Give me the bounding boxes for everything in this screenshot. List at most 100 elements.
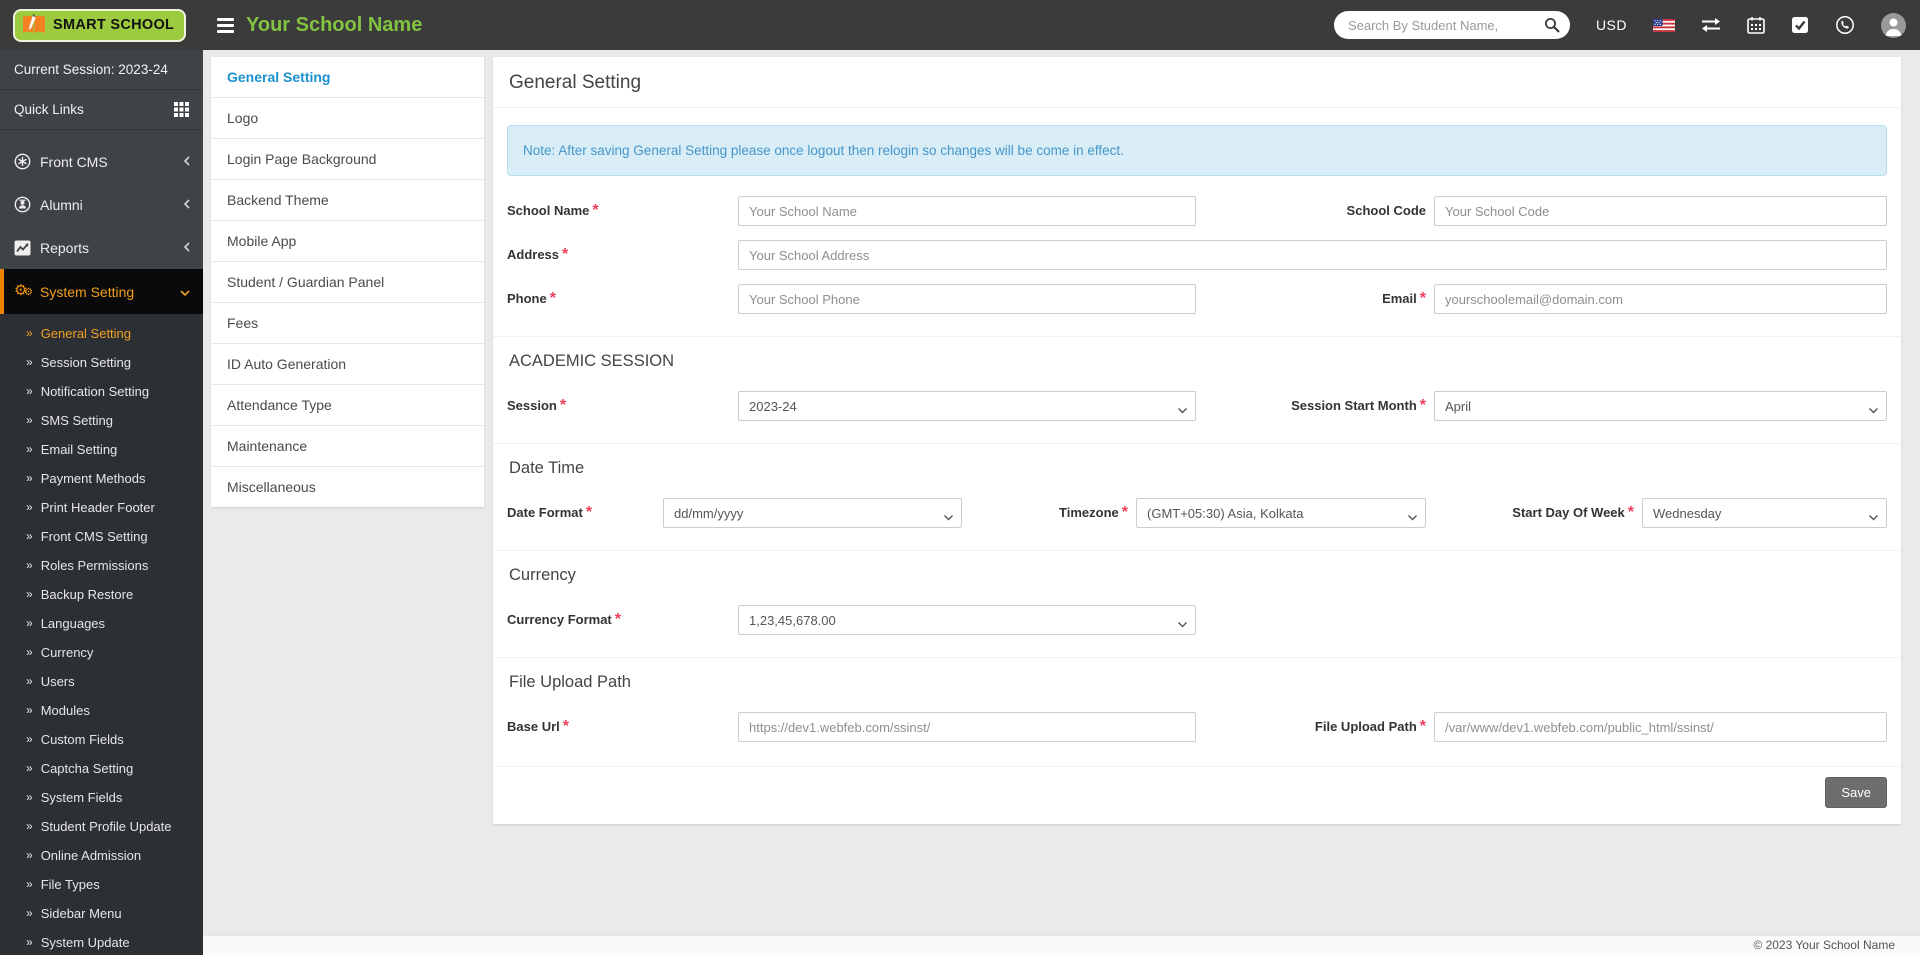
- calendar-icon[interactable]: [1747, 16, 1765, 34]
- sidebar-item-system-setting[interactable]: ⚙⚙ System Setting: [0, 269, 203, 314]
- submenu-item[interactable]: » Email Setting: [0, 435, 203, 464]
- submenu-item[interactable]: » Front CMS Setting: [0, 522, 203, 551]
- submenu-item[interactable]: » Sidebar Menu: [0, 899, 203, 928]
- save-button[interactable]: Save: [1825, 777, 1887, 808]
- student-search: [1334, 11, 1570, 39]
- email-input[interactable]: [1434, 284, 1887, 314]
- submenu-item[interactable]: » System Fields: [0, 783, 203, 812]
- submenu-item[interactable]: » Print Header Footer: [0, 493, 203, 522]
- session-start-month-select[interactable]: April: [1434, 391, 1887, 421]
- double-angle-icon: »: [26, 384, 33, 399]
- double-angle-icon: »: [26, 935, 33, 950]
- submenu-item[interactable]: » General Setting: [0, 319, 203, 348]
- submenu-item[interactable]: » Modules: [0, 696, 203, 725]
- submenu-item[interactable]: » SMS Setting: [0, 406, 203, 435]
- phone-input[interactable]: [738, 284, 1196, 314]
- language-flag-icon[interactable]: [1653, 19, 1675, 32]
- asterisk-circle-icon: [14, 153, 40, 170]
- file-upload-path-label: File Upload Path: [1315, 719, 1417, 734]
- submenu-item[interactable]: » Languages: [0, 609, 203, 638]
- general-setting-card: General Setting Note: After saving Gener…: [493, 57, 1901, 824]
- settings-tab[interactable]: Attendance Type: [211, 385, 484, 426]
- double-angle-icon: »: [26, 616, 33, 631]
- file-upload-path-heading: File Upload Path: [509, 673, 1887, 692]
- top-navbar: SMART SCHOOL Your School Name USD: [0, 0, 1920, 50]
- double-angle-icon: »: [26, 326, 33, 341]
- file-upload-path-input[interactable]: [1434, 712, 1887, 742]
- session-swap-icon[interactable]: [1701, 17, 1721, 33]
- submenu-item[interactable]: » Backup Restore: [0, 580, 203, 609]
- footer: © 2023 Your School Name: [203, 935, 1920, 955]
- double-angle-icon: »: [26, 587, 33, 602]
- copyright-text: © 2023 Your School Name: [1753, 938, 1895, 952]
- submenu-item[interactable]: » Online Admission: [0, 841, 203, 870]
- app-logo[interactable]: SMART SCHOOL: [0, 9, 203, 42]
- double-angle-icon: »: [26, 848, 33, 863]
- school-name-input[interactable]: [738, 196, 1196, 226]
- base-url-label: Base Url: [507, 719, 560, 734]
- settings-tab[interactable]: ID Auto Generation: [211, 344, 484, 385]
- search-input[interactable]: [1348, 18, 1544, 33]
- timezone-select[interactable]: (GMT+05:30) Asia, Kolkata: [1136, 498, 1426, 528]
- double-angle-icon: »: [26, 703, 33, 718]
- sidebar-item-alumni[interactable]: Alumni: [0, 183, 203, 226]
- date-time-heading: Date Time: [509, 459, 1887, 478]
- submenu-item[interactable]: » Student Profile Update: [0, 812, 203, 841]
- chevron-down-icon: [179, 284, 191, 300]
- page-title: General Setting: [509, 72, 1887, 94]
- double-angle-icon: »: [26, 790, 33, 805]
- settings-tab[interactable]: Logo: [211, 98, 484, 139]
- search-icon[interactable]: [1544, 17, 1560, 33]
- submenu-item[interactable]: » Session Setting: [0, 348, 203, 377]
- address-input[interactable]: [738, 240, 1887, 270]
- base-url-input[interactable]: [738, 712, 1196, 742]
- double-angle-icon: »: [26, 645, 33, 660]
- chart-line-icon: [14, 240, 40, 256]
- submenu-item[interactable]: » Payment Methods: [0, 464, 203, 493]
- settings-tab[interactable]: Maintenance: [211, 426, 484, 467]
- school-code-input[interactable]: [1434, 196, 1887, 226]
- settings-tab[interactable]: Fees: [211, 303, 484, 344]
- session-select[interactable]: 2023-24: [738, 391, 1196, 421]
- date-format-label: Date Format: [507, 505, 583, 520]
- email-label: Email: [1382, 291, 1417, 306]
- settings-tab[interactable]: Mobile App: [211, 221, 484, 262]
- brand-name: SMART SCHOOL: [53, 17, 174, 33]
- submenu-item[interactable]: » Roles Permissions: [0, 551, 203, 580]
- double-angle-icon: »: [26, 819, 33, 834]
- sidebar-item-reports[interactable]: Reports: [0, 226, 203, 269]
- settings-tab[interactable]: Login Page Background: [211, 139, 484, 180]
- sidebar-item-front-cms[interactable]: Front CMS: [0, 140, 203, 183]
- submenu-item[interactable]: » Notification Setting: [0, 377, 203, 406]
- double-angle-icon: »: [26, 674, 33, 689]
- user-avatar[interactable]: [1881, 13, 1906, 38]
- page-school-title: Your School Name: [246, 14, 422, 37]
- settings-tab[interactable]: General Setting: [211, 57, 484, 98]
- settings-tabs: General Setting Logo Login Page Backgrou…: [211, 57, 484, 507]
- submenu-item[interactable]: » Captcha Setting: [0, 754, 203, 783]
- settings-tab[interactable]: Backend Theme: [211, 180, 484, 221]
- date-format-select[interactable]: dd/mm/yyyy: [663, 498, 962, 528]
- submenu-item[interactable]: » System Update: [0, 928, 203, 955]
- quick-links[interactable]: Quick Links: [0, 90, 203, 130]
- settings-tab[interactable]: Student / Guardian Panel: [211, 262, 484, 303]
- settings-tab[interactable]: Miscellaneous: [211, 467, 484, 507]
- currency-format-select[interactable]: 1,23,45,678.00: [738, 605, 1196, 635]
- submenu-item[interactable]: » Currency: [0, 638, 203, 667]
- double-angle-icon: »: [26, 558, 33, 573]
- submenu-item[interactable]: » Custom Fields: [0, 725, 203, 754]
- task-check-icon[interactable]: [1791, 16, 1809, 34]
- submenu-item[interactable]: » File Types: [0, 870, 203, 899]
- double-angle-icon: »: [26, 732, 33, 747]
- main-sidebar: Current Session: 2023-24 Quick Links Fro…: [0, 50, 203, 955]
- double-angle-icon: »: [26, 442, 33, 457]
- double-angle-icon: »: [26, 877, 33, 892]
- menu-toggle-icon[interactable]: [217, 18, 234, 33]
- chevron-left-icon: [183, 240, 191, 256]
- double-angle-icon: »: [26, 906, 33, 921]
- submenu-item[interactable]: » Users: [0, 667, 203, 696]
- start-day-select[interactable]: Wednesday: [1642, 498, 1887, 528]
- timezone-label: Timezone: [1059, 505, 1119, 520]
- currency-code-button[interactable]: USD: [1596, 17, 1627, 33]
- whatsapp-icon[interactable]: [1835, 15, 1855, 35]
